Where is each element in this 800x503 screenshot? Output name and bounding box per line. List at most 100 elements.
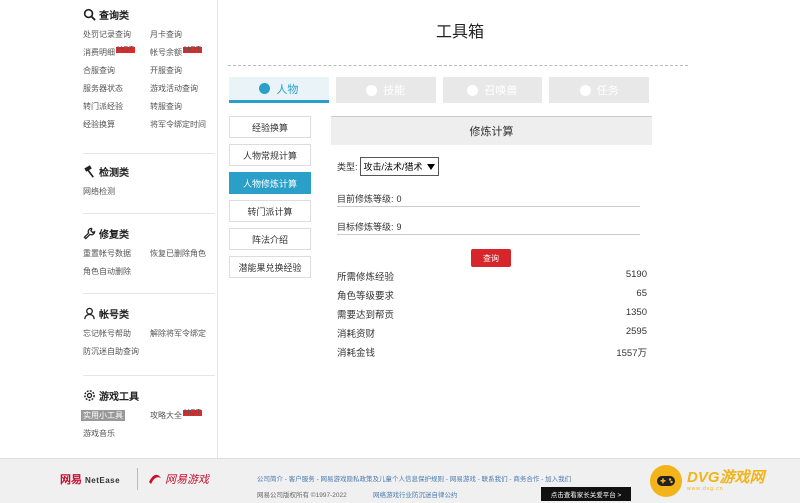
sidebar-link[interactable]: 网络检测 [83, 186, 150, 197]
sidebar-link[interactable]: 转门派经验 [83, 101, 150, 112]
tab-1[interactable]: 人物 [229, 77, 329, 103]
sidebar-link[interactable]: 实用小工具 [81, 410, 150, 421]
page: 查询类 处罚记录查询 月卡查询 消费明细 HOT 帐号余额 HOT 合服查询 开服查询 服务器状… [0, 0, 800, 458]
tab-label: 任务 [596, 85, 619, 97]
repair-links: 重置帐号数据 恢复已删除角色 角色自动删除 [83, 248, 215, 277]
hot-badge: HOT [183, 408, 202, 417]
divider [83, 375, 215, 376]
current-level-row: 目前修炼等级: 0 [337, 192, 402, 205]
sidebar-link-label: 经验换算 [83, 120, 115, 129]
sidebar-link[interactable]: 消费明细 HOT [83, 46, 150, 58]
self-discipline-link[interactable]: 网络游戏行业防沉迷自律公约 [373, 489, 458, 499]
sidebar-link[interactable]: 攻略大全 HOT [150, 408, 215, 421]
tab-label: 召唤兽 [484, 85, 518, 97]
sidebar-link-label: 攻略大全 [150, 411, 182, 420]
account-section: 帐号类 忘记帐号帮助 解除将军令绑定 防沉迷自助查询 [83, 305, 215, 357]
query-button[interactable]: 查询 [471, 249, 511, 267]
result-value: 65 [636, 288, 647, 299]
current-level-input[interactable]: 0 [397, 194, 402, 204]
page-title: 工具箱 [435, 24, 484, 41]
query-section: 查询类 处罚记录查询 月卡查询 消费明细 HOT 帐号余额 HOT 合服查询 开服查询 服务器状… [83, 6, 215, 130]
sidebar-link-label: 处罚记录查询 [83, 30, 131, 39]
gear-icon [84, 389, 95, 401]
sidebar-link[interactable]: 游戏活动查询 [150, 83, 215, 94]
calculator-nav-item[interactable]: 人物修炼计算 [229, 172, 311, 194]
sidebar: 查询类 处罚记录查询 月卡查询 消费明细 HOT 帐号余额 HOT 合服查询 开服查询 服务器状… [0, 0, 218, 458]
sidebar-link-label: 游戏活动查询 [150, 84, 198, 93]
tab-label: 人物 [276, 83, 299, 96]
tab-2[interactable]: 技能 [335, 77, 436, 103]
type-select-value: 攻击/法术/猎术 [363, 162, 423, 172]
sidebar-link[interactable]: 将军令绑定时间 [150, 119, 215, 130]
result-value: 1350 [625, 307, 647, 318]
wrench-icon [83, 227, 96, 240]
gametools-section-title: 游戏工具 [83, 387, 215, 403]
detect-section: 检测类 网络检测 [83, 163, 215, 197]
sidebar-link[interactable]: 忘记帐号帮助 [83, 328, 150, 339]
watermark-url: www.dvg.cn [687, 486, 724, 492]
sidebar-link[interactable]: 月卡查询 [150, 29, 215, 40]
hot-badge: HOT [183, 45, 202, 54]
calculator-nav-item[interactable]: 阵法介绍 [229, 228, 311, 250]
gamepad-icon [650, 465, 682, 497]
calculator-nav-item[interactable]: 转门派计算 [229, 200, 311, 222]
result-row: 所需修炼经验 5190 [337, 269, 647, 283]
parent-care-button[interactable]: 点击查看家长关爱平台 > [541, 487, 631, 501]
sidebar-link[interactable]: 防沉迷自助查询 [83, 346, 150, 357]
sidebar-link[interactable]: 开服查询 [150, 65, 215, 76]
divider [83, 213, 215, 214]
account-links: 忘记帐号帮助 解除将军令绑定 防沉迷自助查询 [83, 328, 215, 357]
result-label: 需要达到帮贡 [337, 310, 395, 321]
sidebar-link[interactable]: 帐号余额 HOT [150, 45, 215, 58]
result-row: 需要达到帮贡 1350 [337, 307, 647, 321]
panel-title: 修炼计算 [331, 116, 652, 145]
current-level-label: 目前修炼等级: [337, 194, 394, 204]
sidebar-link[interactable]: 服务器状态 [83, 83, 150, 94]
magnifier-icon [83, 8, 96, 21]
calculator-nav: 经验换算人物常规计算 人物修炼计算 转门派计算阵法介绍潜能果兑换经验 [229, 116, 311, 284]
sidebar-link-label: 消费明细 [83, 48, 115, 57]
calculator-nav-item[interactable]: 经验换算 [229, 116, 311, 138]
detect-links: 网络检测 [83, 186, 215, 197]
divider [83, 293, 215, 294]
task-icon [579, 84, 591, 96]
sidebar-link-label: 转门派经验 [83, 102, 123, 111]
tab-3[interactable]: 召唤兽 [442, 77, 543, 103]
sidebar-link-label: 将军令绑定时间 [150, 120, 206, 129]
tab-label: 技能 [383, 85, 406, 97]
summon-icon [467, 84, 479, 96]
result-label: 角色等级要求 [337, 291, 395, 302]
type-select[interactable]: 攻击/法术/猎术 [359, 157, 439, 176]
target-level-row: 目标修炼等级: 9 [337, 220, 402, 233]
sidebar-link[interactable]: 解除将军令绑定 [150, 328, 215, 339]
sidebar-link-label: 实用小工具 [81, 410, 125, 421]
type-label: 类型: [337, 162, 358, 172]
watermark: DVG游戏网 www.dvg.cn [650, 461, 798, 501]
target-level-input[interactable]: 9 [397, 222, 402, 232]
sidebar-link[interactable]: 合服查询 [83, 65, 150, 76]
detect-section-title: 检测类 [83, 163, 215, 179]
sidebar-link[interactable]: 恢复已删除角色 [150, 248, 215, 259]
netease-games-logo[interactable]: 网易游戏 [147, 471, 209, 487]
netease-logo[interactable]: 网易 NetEase [60, 471, 120, 487]
sidebar-link[interactable]: 游戏音乐 [83, 428, 150, 439]
dashed-divider [228, 65, 688, 66]
tab-4[interactable]: 任务 [549, 77, 649, 103]
sidebar-link[interactable]: 重置帐号数据 [83, 248, 150, 259]
calculator-nav-item[interactable]: 潜能果兑换经验 [229, 256, 311, 278]
account-section-title: 帐号类 [83, 305, 215, 321]
sidebar-link-label: 帐号余额 [150, 48, 182, 57]
result-value: 1557万 [616, 348, 647, 359]
calculator-nav-item[interactable]: 人物常规计算 [229, 144, 311, 166]
footer-links[interactable]: 公司简介 - 客户服务 - 网易游戏隐私政策及儿童个人信息保护规则 - 网易游戏… [257, 473, 571, 483]
sidebar-link[interactable]: 处罚记录查询 [83, 29, 150, 40]
gametools-section: 游戏工具 实用小工具 攻略大全 HOT 游戏音乐 [81, 387, 215, 439]
query-section-title: 查询类 [83, 6, 215, 22]
divider [83, 153, 215, 154]
result-label: 所需修炼经验 [337, 272, 395, 283]
chevron-down-icon [426, 163, 435, 170]
sidebar-link[interactable]: 转服查询 [150, 101, 215, 112]
sidebar-link[interactable]: 经验换算 [83, 119, 150, 130]
sidebar-link[interactable]: 角色自动删除 [83, 266, 150, 277]
sidebar-link-label: 转服查询 [150, 102, 182, 111]
